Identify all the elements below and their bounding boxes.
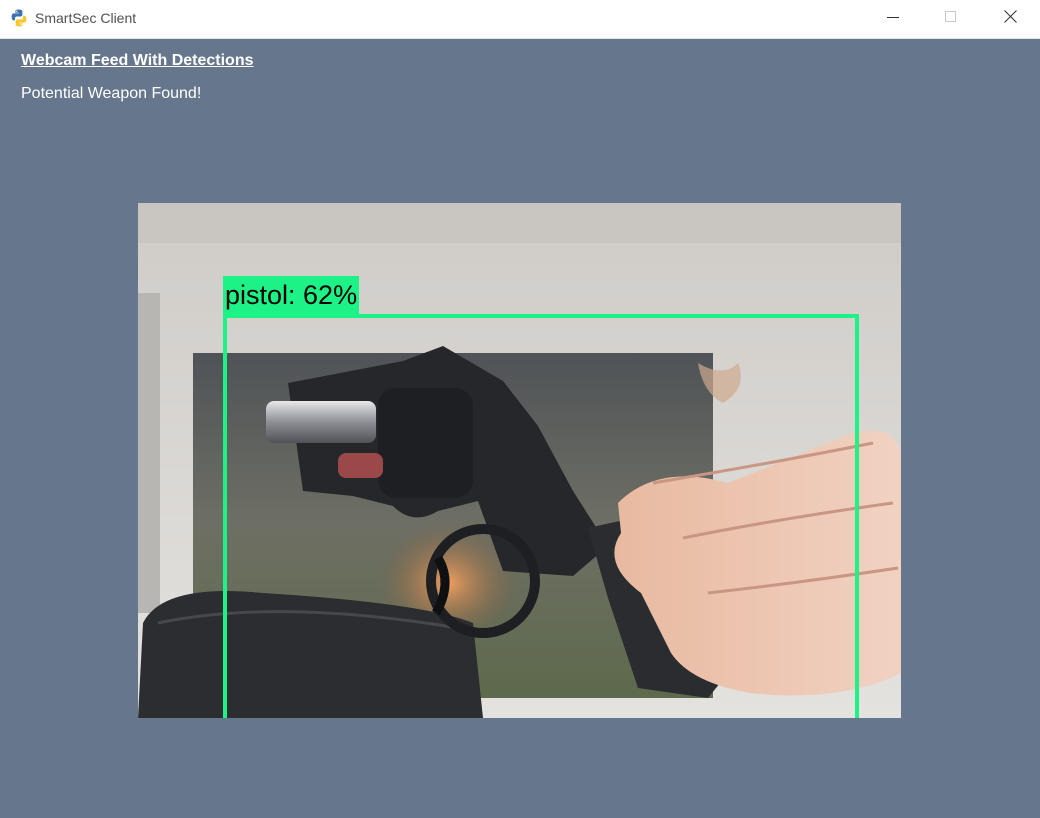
maximize-icon [945, 10, 957, 28]
close-button[interactable] [981, 0, 1039, 38]
detection-bounding-box [223, 314, 859, 718]
window-title: SmartSec Client [35, 10, 137, 26]
python-icon [9, 8, 29, 28]
detection-status: Potential Weapon Found! [21, 85, 202, 102]
page-title: Webcam Feed With Detections [21, 52, 254, 69]
detection-label: pistol: 62% [223, 276, 360, 314]
webcam-feed: pistol: 62% [138, 203, 901, 718]
maximize-button[interactable] [922, 0, 980, 38]
minimize-button[interactable] [864, 0, 922, 38]
close-icon [1003, 10, 1017, 28]
window-titlebar: SmartSec Client [0, 0, 1040, 39]
minimize-icon [887, 10, 899, 28]
main-panel: Webcam Feed With Detections Potential We… [0, 39, 1040, 818]
